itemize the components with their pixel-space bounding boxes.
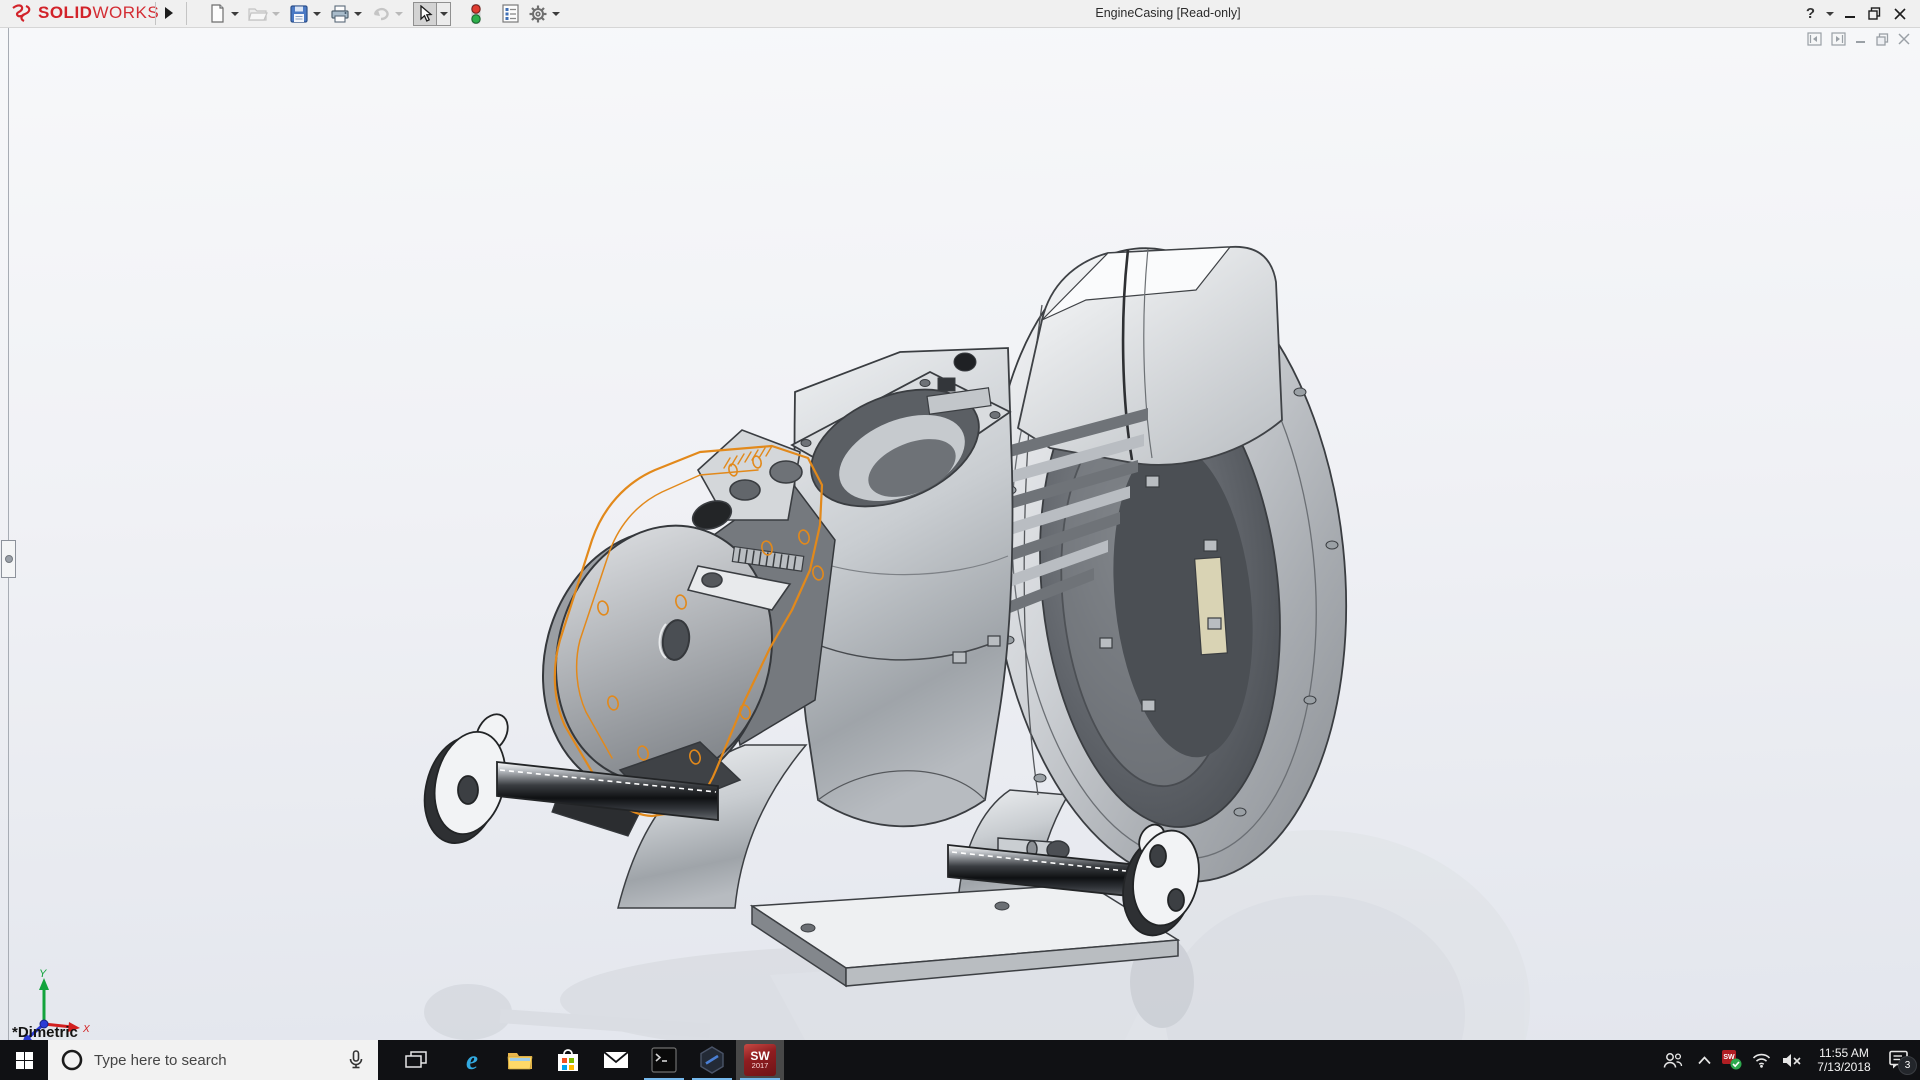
- minimize-icon: [1844, 8, 1856, 20]
- file-properties-icon: [502, 4, 519, 23]
- undo-icon: [371, 6, 391, 22]
- undo-dropdown[interactable]: [392, 3, 405, 25]
- standard-toolbar: [206, 2, 562, 25]
- taskbar-app-command-prompt[interactable]: [640, 1040, 688, 1080]
- network-button[interactable]: [1746, 1040, 1776, 1080]
- options-gear-icon: [528, 4, 548, 24]
- volume-muted-icon: [1782, 1053, 1802, 1068]
- triad-y-label: Y: [39, 968, 47, 980]
- rebuild-traffic-light-icon: [469, 3, 483, 25]
- task-view-icon: [405, 1051, 427, 1069]
- close-button[interactable]: [1887, 0, 1912, 27]
- tray-overflow-button[interactable]: [1690, 1040, 1718, 1080]
- cortana-icon: [60, 1048, 84, 1072]
- hexagon-app-icon: [698, 1046, 726, 1074]
- open-folder-icon: [248, 5, 268, 22]
- clock-time: 11:55 AM: [1817, 1046, 1870, 1060]
- people-button[interactable]: [1656, 1040, 1690, 1080]
- triad-x-label: X: [82, 1024, 90, 1035]
- titlebar: SOLIDWORKS: [0, 0, 1920, 28]
- microphone-icon[interactable]: [348, 1050, 364, 1070]
- save-icon: [290, 5, 308, 23]
- screen: { "titlebar": { "brand": { "bold": "SOLI…: [0, 0, 1920, 1080]
- taskbar-app-hexagon[interactable]: [688, 1040, 736, 1080]
- help-button[interactable]: ?: [1798, 0, 1823, 27]
- divider: [155, 2, 156, 25]
- save-dropdown[interactable]: [310, 3, 323, 25]
- system-tray: SW 11:55 AM 7/13/201: [1656, 1040, 1920, 1080]
- task-view-button[interactable]: [392, 1040, 440, 1080]
- select-tool-button[interactable]: [414, 3, 436, 25]
- cover-bracket-hardware[interactable]: [688, 430, 804, 610]
- taskbar-clock[interactable]: 11:55 AM 7/13/2018: [1808, 1040, 1880, 1080]
- minimize-button[interactable]: [1837, 0, 1862, 27]
- new-document-icon: [208, 4, 226, 23]
- dassault-logo-icon: [10, 3, 34, 23]
- solidworks-status-icon: SW: [1722, 1050, 1742, 1070]
- restore-button[interactable]: [1862, 0, 1887, 27]
- taskbar-app-store[interactable]: [544, 1040, 592, 1080]
- chevron-up-icon: [1698, 1056, 1711, 1065]
- new-document-dropdown[interactable]: [228, 3, 241, 25]
- options-dropdown[interactable]: [549, 3, 562, 25]
- mail-icon: [603, 1051, 629, 1069]
- document-title: EngineCasing [Read-only]: [1058, 6, 1278, 20]
- solidworks-app-icon: SW 2017: [744, 1044, 776, 1076]
- restore-icon: [1868, 7, 1881, 20]
- clock-date: 7/13/2018: [1817, 1060, 1870, 1074]
- select-cursor-icon: [417, 5, 433, 23]
- select-tool-group: [413, 2, 451, 26]
- rebuild-button[interactable]: [465, 3, 487, 25]
- engine-casing-model[interactable]: [0, 28, 1920, 1040]
- taskbar-app-file-explorer[interactable]: [496, 1040, 544, 1080]
- options-button[interactable]: [527, 3, 549, 25]
- store-icon: [556, 1047, 580, 1073]
- command-prompt-icon: [651, 1047, 677, 1073]
- people-icon: [1663, 1052, 1683, 1069]
- start-button[interactable]: [0, 1040, 48, 1080]
- notification-count-badge: 3: [1898, 1056, 1917, 1075]
- file-explorer-icon: [507, 1050, 533, 1070]
- graphics-viewport[interactable]: Y X z *Dimetric: [0, 28, 1920, 1040]
- wifi-icon: [1752, 1052, 1771, 1068]
- top-bracket[interactable]: [1018, 247, 1282, 465]
- brand-text: SOLIDWORKS: [38, 3, 159, 23]
- view-orientation-label: *Dimetric: [12, 1024, 78, 1041]
- open-button[interactable]: [247, 3, 269, 25]
- new-document-button[interactable]: [206, 3, 228, 25]
- save-button[interactable]: [288, 3, 310, 25]
- file-properties-button[interactable]: [499, 3, 521, 25]
- solidworks-tray-button[interactable]: SW: [1718, 1040, 1746, 1080]
- print-button[interactable]: [329, 3, 351, 25]
- open-dropdown[interactable]: [269, 3, 282, 25]
- volume-button[interactable]: [1776, 1040, 1808, 1080]
- divider: [186, 2, 187, 25]
- help-dropdown[interactable]: [1823, 0, 1837, 27]
- search-input[interactable]: Type here to search: [94, 1052, 348, 1069]
- taskbar: Type here to search e: [0, 1040, 1920, 1080]
- close-icon: [1894, 8, 1906, 20]
- select-tool-dropdown[interactable]: [436, 3, 450, 25]
- print-icon: [330, 5, 350, 23]
- undo-button[interactable]: [370, 3, 392, 25]
- edge-icon: e: [466, 1047, 478, 1074]
- solidworks-logo: SOLIDWORKS: [10, 3, 159, 23]
- taskbar-app-edge[interactable]: e: [448, 1040, 496, 1080]
- windows-start-icon: [16, 1052, 33, 1069]
- taskbar-search[interactable]: Type here to search: [48, 1040, 378, 1080]
- taskbar-app-mail[interactable]: [592, 1040, 640, 1080]
- print-dropdown[interactable]: [351, 3, 364, 25]
- window-controls: ?: [1798, 0, 1912, 27]
- toolbar-flyout-arrow[interactable]: [165, 7, 173, 19]
- taskbar-app-solidworks[interactable]: SW 2017: [736, 1040, 784, 1080]
